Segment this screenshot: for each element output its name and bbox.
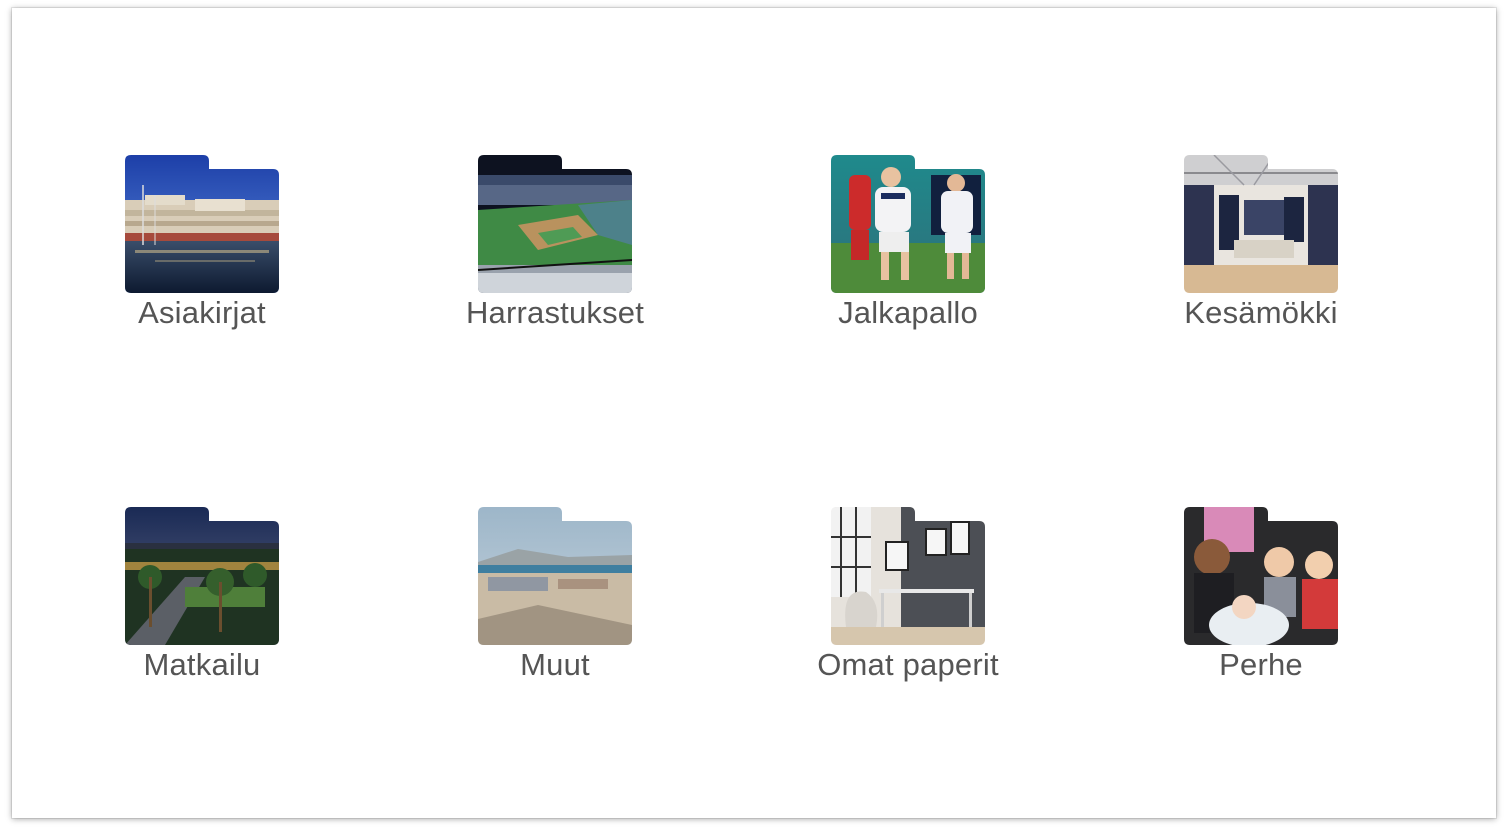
folder-label: Jalkapallo: [838, 295, 978, 330]
folder-icon: [831, 155, 985, 293]
folder-icon: [831, 507, 985, 645]
folder-thumbnail-beach: [478, 507, 632, 645]
folder-thumbnail-family: [1184, 507, 1338, 645]
folder-label: Kesämökki: [1184, 295, 1338, 330]
folder-omat-paperit[interactable]: Omat paperit: [778, 507, 1038, 697]
folder-icon: [478, 507, 632, 645]
folder-label: Perhe: [1219, 647, 1303, 682]
folder-icon: [1184, 155, 1338, 293]
folder-asiakirjat[interactable]: Asiakirjat: [72, 155, 332, 345]
folder-label: Matkailu: [143, 647, 261, 682]
folder-matkailu[interactable]: Matkailu: [72, 507, 332, 697]
folder-harrastukset[interactable]: Harrastukset: [425, 155, 685, 345]
folder-grid: Asiakirjat Harrastukset Jalkapallo Kesäm…: [12, 8, 1496, 818]
folder-icon: [125, 507, 279, 645]
folder-muut[interactable]: Muut: [425, 507, 685, 697]
folder-label: Omat paperit: [817, 647, 999, 682]
folder-label: Harrastukset: [465, 295, 645, 330]
folder-perhe[interactable]: Perhe: [1131, 507, 1391, 697]
folder-thumbnail-shop: [1184, 155, 1338, 293]
folder-kesamokki[interactable]: Kesämökki: [1131, 155, 1391, 345]
folder-thumbnail-stadium: [478, 155, 632, 293]
folder-browser-window: Asiakirjat Harrastukset Jalkapallo Kesäm…: [12, 8, 1496, 818]
folder-thumbnail-football: [831, 155, 985, 293]
folder-label: Asiakirjat: [138, 295, 266, 330]
folder-thumbnail-promenade: [125, 507, 279, 645]
folder-jalkapallo[interactable]: Jalkapallo: [778, 155, 1038, 345]
folder-thumbnail-marina: [125, 155, 279, 293]
folder-thumbnail-home-office: [831, 507, 985, 645]
folder-icon: [1184, 507, 1338, 645]
folder-label: Muut: [520, 647, 590, 682]
folder-icon: [478, 155, 632, 293]
folder-icon: [125, 155, 279, 293]
